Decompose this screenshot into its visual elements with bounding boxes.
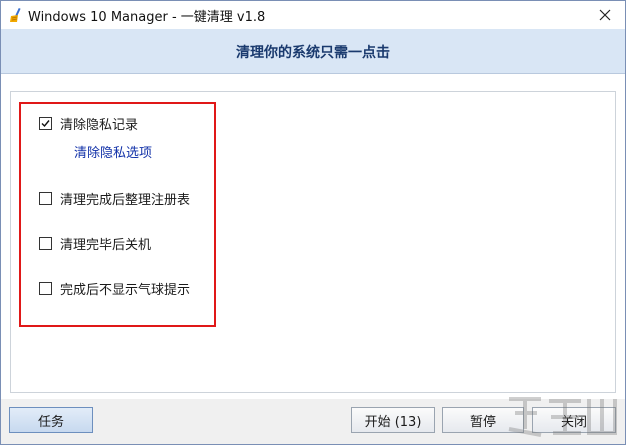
watermark-logo [501,389,621,443]
option-shutdown[interactable]: 清理完毕后关机 [39,234,151,253]
close-icon [599,6,611,25]
option-defrag-registry[interactable]: 清理完成后整理注册表 [39,189,190,208]
option-label: 清理完成后整理注册表 [60,193,191,208]
option-no-balloon[interactable]: 完成后不显示气球提示 [39,279,190,298]
checkbox-clear-privacy[interactable] [39,117,52,130]
option-label: 清理完毕后关机 [60,238,152,253]
window-close-button[interactable] [585,1,625,29]
window-title: Windows 10 Manager - 一键清理 v1.8 [28,10,266,25]
start-button[interactable]: 开始 (13) [351,407,435,433]
option-label: 清除隐私记录 [60,118,139,133]
app-window: Windows 10 Manager - 一键清理 v1.8 清理你的系统只需一… [0,0,626,445]
tasks-button[interactable]: 任务 [9,407,93,433]
title-bar[interactable]: Windows 10 Manager - 一键清理 v1.8 [1,1,625,29]
header-band: 清理你的系统只需一点击 [1,29,625,74]
option-label: 完成后不显示气球提示 [60,283,191,298]
checkbox-shutdown[interactable] [39,237,52,250]
broom-icon [8,7,24,23]
checkbox-defrag-registry[interactable] [39,192,52,205]
checkbox-no-balloon[interactable] [39,282,52,295]
option-clear-privacy[interactable]: 清除隐私记录 [39,114,138,133]
page-title: 清理你的系统只需一点击 [236,45,390,61]
privacy-options-link[interactable]: 清除隐私选项 [74,142,152,161]
